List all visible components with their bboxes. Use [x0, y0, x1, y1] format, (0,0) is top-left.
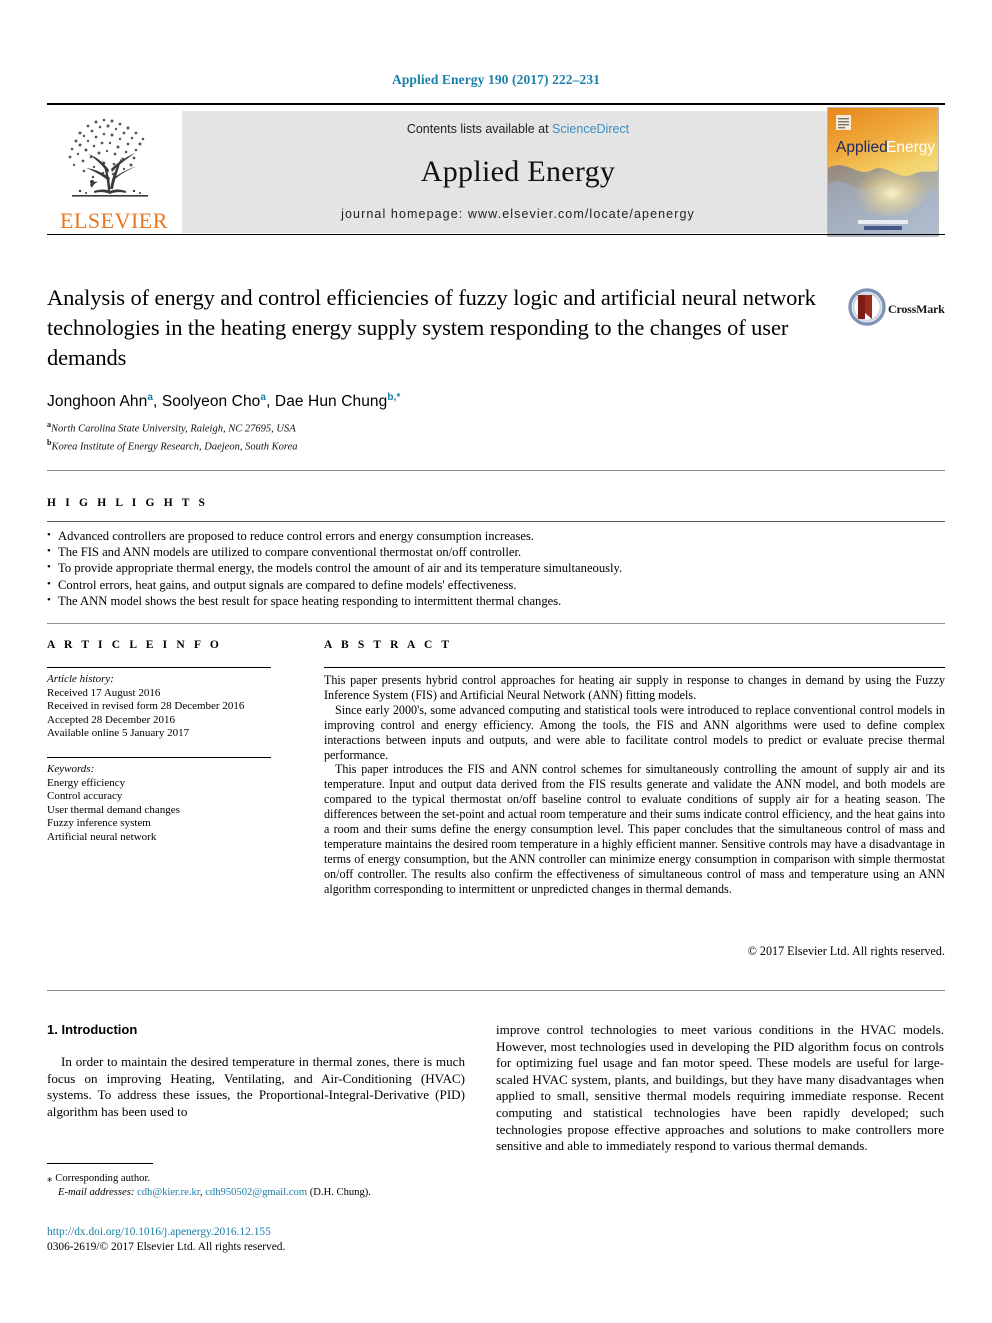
- author-1-name: Jonghoon Ahn: [47, 393, 148, 411]
- affiliation-b-text: Korea Institute of Energy Research, Daej…: [51, 441, 298, 452]
- elsevier-tree-icon: [68, 118, 148, 197]
- section-title-introduction: 1. Introduction: [47, 1022, 138, 1037]
- abstract-heading: A B S T R A C T: [324, 639, 453, 651]
- body-column-left: 1. Introduction In order to maintain the…: [47, 1022, 465, 1120]
- abstract-body: This paper presents hybrid control appro…: [324, 673, 945, 897]
- contents-prefix: Contents lists available at: [406, 122, 553, 136]
- article-info-divider: [47, 667, 271, 668]
- keyword-item: Artificial neural network: [47, 830, 157, 843]
- doi-block: http://dx.doi.org/10.1016/j.apenergy.201…: [47, 1225, 467, 1254]
- issn-rest: © 2017 Elsevier Ltd. All rights reserved…: [99, 1240, 286, 1253]
- author-3-name: Dae Hun Chung: [274, 393, 388, 411]
- affiliations: aNorth Carolina State University, Raleig…: [47, 418, 837, 453]
- crossmark-icon: [848, 288, 886, 326]
- history-online: Available online 5 January 2017: [47, 727, 190, 740]
- email-link-primary[interactable]: cdh@kier.re.kr: [137, 1187, 200, 1198]
- paper-page: Applied Energy 190 (2017) 222–231 ELSEVI…: [0, 0, 992, 1323]
- author-sep-1: ,: [153, 393, 162, 411]
- affiliation-a: aNorth Carolina State University, Raleig…: [47, 418, 837, 436]
- list-item: To provide appropriate thermal energy, t…: [47, 559, 907, 576]
- abstract-divider: [324, 667, 945, 668]
- footnote-divider: [47, 1163, 153, 1164]
- history-received: Received 17 August 2016: [47, 686, 161, 699]
- elsevier-wordmark: ELSEVIER: [60, 208, 168, 233]
- sciencedirect-link[interactable]: ScienceDirect: [552, 122, 629, 136]
- author-sep-2: ,: [266, 393, 275, 411]
- corresponding-author-marker: ⁎: [47, 1173, 53, 1184]
- affiliation-b: bKorea Institute of Energy Research, Dae…: [47, 436, 837, 454]
- crossmark-badge[interactable]: CrossMark: [848, 286, 945, 338]
- info-top-rule: [47, 623, 945, 624]
- keyword-item: Energy efficiency: [47, 776, 126, 789]
- crossmark-label: CrossMark: [888, 302, 945, 316]
- highlights-heading: H I G H L I G H T S: [47, 497, 209, 509]
- abstract-paragraph: This paper introduces the FIS and ANN co…: [324, 762, 945, 896]
- journal-masthead: ELSEVIER Contents lists available at Sci…: [47, 103, 945, 237]
- author-3-marks: b,*: [387, 392, 401, 403]
- list-item: Control errors, heat gains, and output s…: [47, 576, 907, 593]
- email-line: E-mail addresses: cdh@kier.re.kr, cdh950…: [47, 1186, 467, 1200]
- author-list: Jonghoon Ahna, Soolyeon Choa, Dae Hun Ch…: [47, 392, 837, 411]
- masthead-top-rule: [47, 103, 945, 105]
- intro-paragraph-right: improve control technologies to meet var…: [496, 1022, 944, 1154]
- keyword-item: Control accuracy: [47, 790, 123, 803]
- author-2-name: Soolyeon Cho: [161, 393, 261, 411]
- journal-banner: Contents lists available at ScienceDirec…: [182, 111, 854, 233]
- article-history: Article history: Received 17 August 2016…: [47, 673, 297, 741]
- abstract-paragraph: Since early 2000's, some advanced comput…: [324, 702, 945, 762]
- doi-link[interactable]: http://dx.doi.org/10.1016/j.apenergy.201…: [47, 1225, 467, 1240]
- keyword-item: User thermal demand changes: [47, 803, 180, 816]
- article-history-label: Article history:: [47, 673, 114, 685]
- svg-text:Applied: Applied: [836, 139, 888, 156]
- list-item: Advanced controllers are proposed to red…: [47, 527, 907, 544]
- list-item: The ANN model shows the best result for …: [47, 592, 907, 609]
- highlights-top-rule: [47, 470, 945, 471]
- author-3: Dae Hun Chungb,*: [274, 392, 401, 411]
- keywords-divider: [47, 757, 271, 758]
- title-block: Analysis of energy and control efficienc…: [47, 283, 837, 373]
- corresponding-author-text: Corresponding author.: [55, 1173, 151, 1184]
- history-accepted: Accepted 28 December 2016: [47, 713, 175, 726]
- body-column-right: improve control technologies to meet var…: [496, 1022, 944, 1155]
- author-1: Jonghoon Ahna: [47, 392, 153, 411]
- issn-line: 0306-2619/© 2017 Elsevier Ltd. All right…: [47, 1240, 467, 1255]
- keyword-item: Fuzzy inference system: [47, 817, 151, 830]
- issn-prefix: 0306-2619/: [47, 1240, 100, 1253]
- abstract-copyright: © 2017 Elsevier Ltd. All rights reserved…: [747, 944, 945, 958]
- highlights-list: Advanced controllers are proposed to red…: [47, 527, 907, 609]
- cover-artwork: Applied Energy: [828, 108, 938, 236]
- highlights-divider: [47, 521, 945, 522]
- article-info-heading: A R T I C L E I N F O: [47, 639, 222, 651]
- abstract-paragraph: This paper presents hybrid control appro…: [324, 673, 945, 702]
- footnote-block: ⁎ Corresponding author. E-mail addresses:…: [47, 1172, 467, 1200]
- email-label: E-mail addresses:: [58, 1187, 135, 1198]
- elsevier-logo: ELSEVIER: [50, 111, 178, 233]
- email-link-secondary[interactable]: cdh950502@gmail.com: [205, 1187, 307, 1198]
- affiliation-a-text: North Carolina State University, Raleigh…: [51, 423, 296, 435]
- intro-paragraph-left: In order to maintain the desired tempera…: [47, 1054, 465, 1119]
- corresponding-author-line: ⁎ Corresponding author.: [47, 1172, 467, 1186]
- history-revised: Received in revised form 28 December 201…: [47, 700, 245, 713]
- masthead-bottom-rule: [47, 234, 945, 235]
- journal-title: Applied Energy: [420, 155, 616, 188]
- list-item: The FIS and ANN models are utilized to c…: [47, 543, 907, 560]
- running-head: Applied Energy 190 (2017) 222–231: [391, 72, 601, 87]
- email-owner: (D.H. Chung).: [309, 1187, 371, 1198]
- journal-homepage[interactable]: journal homepage: www.elsevier.com/locat…: [182, 207, 854, 221]
- page-title: Analysis of energy and control efficienc…: [47, 285, 816, 370]
- author-2: Soolyeon Choa: [161, 392, 266, 411]
- body-top-rule: [47, 990, 945, 991]
- contents-available-line: Contents lists available at ScienceDirec…: [182, 122, 854, 136]
- keywords-block: Keywords: Energy efficiency Control accu…: [47, 763, 297, 845]
- journal-cover-thumbnail: Applied Energy: [827, 107, 939, 237]
- keywords-label: Keywords:: [47, 763, 95, 775]
- svg-text:Energy: Energy: [886, 139, 935, 156]
